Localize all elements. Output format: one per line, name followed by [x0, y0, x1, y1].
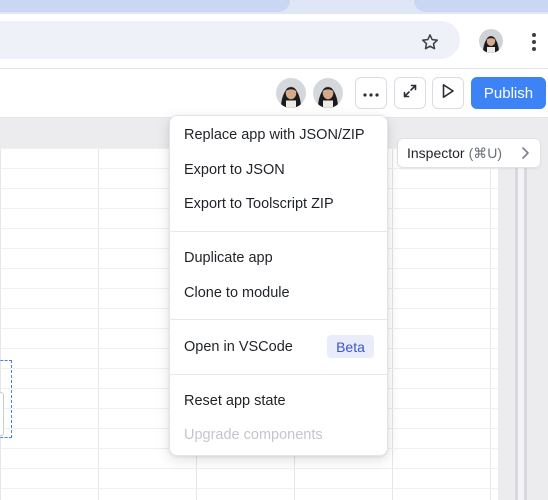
- preview-button[interactable]: [432, 77, 464, 109]
- browser-tab[interactable]: [0, 0, 290, 12]
- browser-toolbar: [0, 14, 548, 68]
- menu-item-export-json[interactable]: Export to JSON: [170, 155, 387, 185]
- menu-item-upgrade-components: Upgrade components: [184, 427, 323, 443]
- more-options-menu: Replace app with JSON/ZIP Export to JSON…: [169, 115, 388, 456]
- menu-item-clone-to-module[interactable]: Clone to module: [170, 278, 387, 308]
- beta-badge: Beta: [327, 335, 374, 358]
- more-options-button[interactable]: [355, 77, 387, 109]
- collaborator-avatar[interactable]: [313, 78, 343, 108]
- menu-item-duplicate-app[interactable]: Duplicate app: [170, 243, 387, 273]
- app-header: Publish: [0, 69, 548, 118]
- browser-tabstrip: [0, 0, 548, 14]
- expand-button[interactable]: [394, 77, 426, 109]
- star-icon[interactable]: [416, 28, 444, 56]
- menu-item-reset-app-state[interactable]: Reset app state: [170, 386, 387, 416]
- menu-divider: [170, 319, 387, 320]
- menu-item-replace-app[interactable]: Replace app with JSON/ZIP: [170, 120, 387, 150]
- address-bar[interactable]: [0, 21, 460, 59]
- menu-divider: [170, 231, 387, 232]
- browser-tab[interactable]: [414, 0, 548, 12]
- inspector-toggle[interactable]: Inspector (⌘U): [397, 138, 541, 168]
- expand-icon: [402, 83, 418, 104]
- chevron-right-icon: [520, 146, 530, 163]
- scrollbar-thumb[interactable]: [518, 160, 524, 500]
- kebab-menu-icon[interactable]: [524, 28, 544, 56]
- selected-component[interactable]: [0, 392, 4, 436]
- menu-item-export-toolscript-zip[interactable]: Export to Toolscript ZIP: [170, 189, 387, 219]
- inspector-label: Inspector: [407, 145, 465, 161]
- menu-divider: [170, 374, 387, 375]
- publish-button[interactable]: Publish: [471, 77, 546, 109]
- inspector-shortcut: (⌘U): [468, 144, 503, 161]
- avatar-icon[interactable]: [479, 29, 503, 53]
- play-icon: [441, 83, 455, 104]
- collaborator-avatar[interactable]: [276, 78, 306, 108]
- ellipsis-icon: [363, 84, 379, 102]
